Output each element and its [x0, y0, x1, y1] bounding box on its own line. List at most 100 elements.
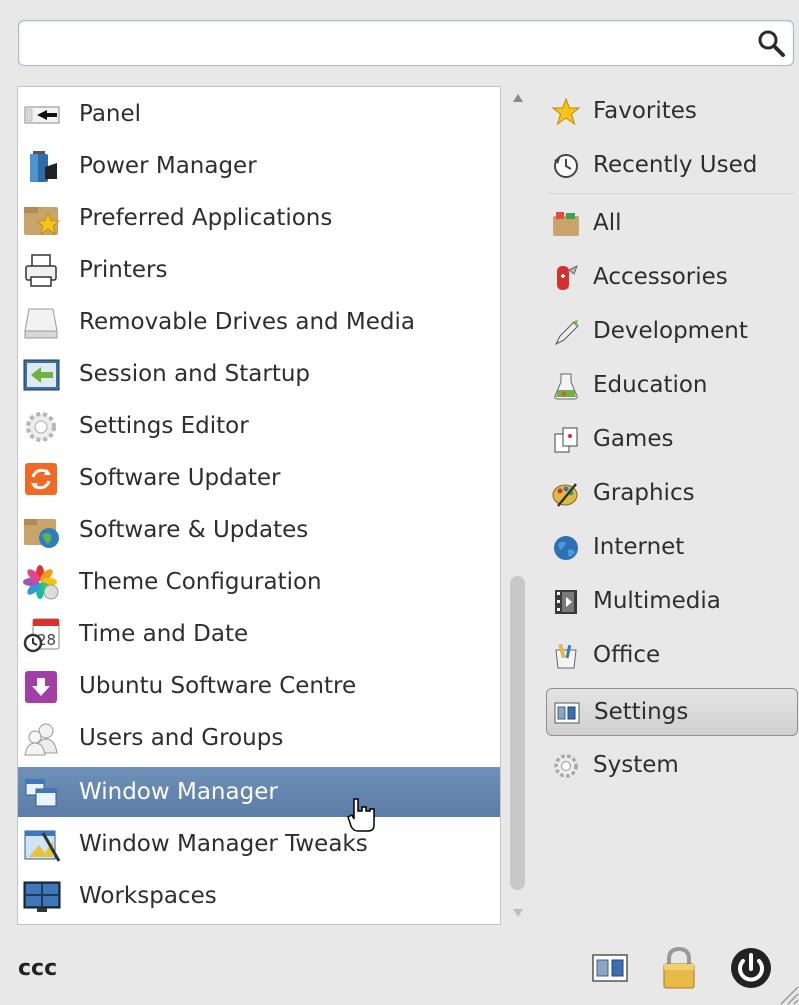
- lock-icon: [663, 946, 695, 989]
- app-item-settings-editor[interactable]: Settings Editor: [18, 401, 500, 451]
- category-separator: [548, 193, 794, 194]
- education-icon: [554, 373, 578, 400]
- app-label: Time and Date: [79, 621, 249, 647]
- app-label: Workspaces: [79, 883, 217, 909]
- category-label: All: [593, 210, 622, 236]
- app-label: Printers: [79, 257, 168, 283]
- category-all[interactable]: All: [546, 200, 798, 248]
- session-startup-icon: [23, 359, 60, 391]
- category-graphics[interactable]: Graphics: [546, 470, 798, 518]
- software-centre-icon: [25, 671, 57, 703]
- category-multimedia[interactable]: Multimedia: [546, 578, 798, 626]
- category-system[interactable]: System: [546, 742, 798, 790]
- app-label: Ubuntu Software Centre: [79, 673, 357, 699]
- printer-icon: [25, 254, 57, 287]
- settings-editor-icon: [26, 412, 56, 442]
- category-favorites[interactable]: Favorites: [546, 88, 798, 136]
- app-item-ubuntu-software-centre[interactable]: Ubuntu Software Centre: [18, 661, 500, 711]
- app-item-panel[interactable]: Panel: [18, 89, 500, 139]
- category-label: Favorites: [593, 98, 697, 124]
- app-label: Software Updater: [79, 465, 281, 491]
- scroll-up-icon[interactable]: [513, 94, 523, 102]
- search-input[interactable]: [27, 27, 751, 61]
- app-item-theme-configuration[interactable]: Theme Configuration: [18, 557, 500, 607]
- category-accessories[interactable]: Accessories: [546, 254, 798, 302]
- software-sources-icon: [24, 519, 59, 548]
- development-icon: [554, 320, 579, 346]
- graphics-icon: [552, 483, 578, 507]
- globe-icon: [554, 536, 578, 560]
- scroll-down-icon[interactable]: [513, 909, 523, 917]
- gear-icon: [554, 754, 578, 778]
- app-item-software-updater[interactable]: Software Updater: [18, 453, 500, 503]
- app-item-preferred-applications[interactable]: Preferred Applications: [18, 193, 500, 243]
- app-item-session-startup[interactable]: Session and Startup: [18, 349, 500, 399]
- window-manager-tweaks-icon: [24, 830, 61, 862]
- removable-drive-icon: [24, 308, 58, 339]
- whisker-menu: Panel Power Manager Preferred Applicatio…: [0, 0, 799, 1005]
- resize-grip-icon[interactable]: [775, 981, 799, 1005]
- settings-icon: [554, 702, 580, 724]
- app-label: Session and Startup: [79, 361, 311, 387]
- app-label: Power Manager: [79, 153, 257, 179]
- category-label: Multimedia: [593, 588, 721, 614]
- app-item-window-manager[interactable]: Window Manager: [18, 767, 500, 817]
- category-settings[interactable]: Settings: [546, 688, 798, 736]
- all-icon: [553, 212, 579, 236]
- app-label: Settings Editor: [79, 413, 249, 439]
- star-icon: [552, 98, 580, 126]
- scroll-thumb[interactable]: [510, 576, 525, 890]
- app-list-scrollbar[interactable]: [505, 86, 531, 925]
- username-label: ccc: [18, 956, 58, 981]
- panel-icon: [24, 106, 60, 124]
- app-label: Window Manager Tweaks: [79, 831, 368, 857]
- search-box[interactable]: [18, 20, 794, 66]
- category-label: Graphics: [593, 480, 695, 506]
- app-item-window-manager-tweaks[interactable]: Window Manager Tweaks: [18, 819, 500, 869]
- category-label: Accessories: [593, 264, 728, 290]
- hand-cursor-icon: [347, 798, 375, 832]
- application-list: Panel Power Manager Preferred Applicatio…: [17, 86, 501, 925]
- users-groups-icon: [24, 723, 58, 756]
- preferred-applications-icon: [24, 207, 61, 235]
- workspaces-icon: [23, 881, 61, 912]
- power-icon: [731, 948, 771, 988]
- app-label: Panel: [79, 101, 142, 127]
- software-updater-icon: [25, 463, 57, 495]
- multimedia-icon: [555, 590, 577, 614]
- lock-screen-button[interactable]: [656, 945, 702, 991]
- category-office[interactable]: Office: [546, 632, 798, 680]
- settings-icon: [592, 954, 628, 982]
- app-label: Theme Configuration: [79, 569, 322, 595]
- theme-configuration-icon: [23, 565, 59, 600]
- accessories-icon: [557, 264, 578, 290]
- category-recently-used[interactable]: Recently Used: [546, 142, 798, 190]
- category-label: System: [593, 752, 679, 778]
- settings-manager-button[interactable]: [587, 945, 633, 991]
- category-label: Office: [593, 642, 661, 668]
- app-label: Removable Drives and Media: [79, 309, 416, 335]
- app-item-users-groups[interactable]: Users and Groups: [18, 713, 500, 763]
- app-item-software-updates[interactable]: Software & Updates: [18, 505, 500, 555]
- category-internet[interactable]: Internet: [546, 524, 798, 572]
- category-games[interactable]: Games: [546, 416, 798, 464]
- search-icon[interactable]: [755, 27, 787, 59]
- app-item-time-date[interactable]: 28 Time and Date: [18, 609, 500, 659]
- office-icon: [555, 643, 577, 669]
- category-development[interactable]: Development: [546, 308, 798, 356]
- time-date-icon: 28: [23, 618, 60, 653]
- app-item-removable-drives[interactable]: Removable Drives and Media: [18, 297, 500, 347]
- app-item-printers[interactable]: Printers: [18, 245, 500, 295]
- window-manager-icon: [25, 779, 57, 807]
- log-out-button[interactable]: [728, 945, 774, 991]
- category-education[interactable]: Education: [546, 362, 798, 410]
- category-label: Games: [593, 426, 674, 452]
- category-label: Recently Used: [593, 152, 758, 178]
- app-label: Window Manager: [79, 779, 278, 805]
- category-label: Development: [593, 318, 748, 344]
- app-label: Users and Groups: [79, 725, 284, 751]
- clock-icon: [554, 154, 578, 178]
- app-item-power-manager[interactable]: Power Manager: [18, 141, 500, 191]
- games-icon: [554, 427, 578, 453]
- app-item-workspaces[interactable]: Workspaces: [18, 871, 500, 921]
